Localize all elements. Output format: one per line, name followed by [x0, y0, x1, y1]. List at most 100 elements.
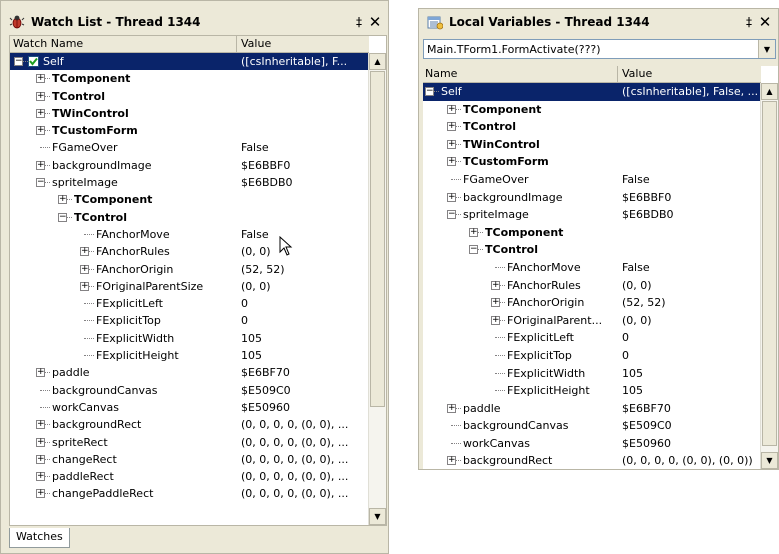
- expand-icon[interactable]: +: [447, 104, 456, 114]
- scroll-down-button[interactable]: ▼: [761, 452, 778, 469]
- tree-row[interactable]: FExplicitHeight 105: [10, 347, 369, 364]
- collapse-icon[interactable]: −: [36, 178, 45, 188]
- tree-row[interactable]: FGameOver False: [423, 171, 761, 189]
- tree-row[interactable]: + paddle $E6BF70: [10, 364, 369, 381]
- column-header-value[interactable]: Value: [241, 37, 271, 50]
- tree-row[interactable]: + paddleRect (0, 0, 0, 0, (0, 0), ...: [10, 468, 369, 485]
- pin-icon[interactable]: ‡: [742, 15, 756, 29]
- tree-row[interactable]: + TComponent: [423, 101, 761, 119]
- tree-row[interactable]: + backgroundRect (0, 0, 0, 0, (0, 0), ...: [10, 416, 369, 433]
- column-header-name[interactable]: Name: [425, 67, 457, 80]
- expand-icon[interactable]: +: [447, 403, 456, 413]
- tree-row[interactable]: + TCustomForm: [423, 153, 761, 171]
- tree-row[interactable]: + TComponent: [423, 224, 761, 242]
- expand-icon[interactable]: +: [36, 454, 45, 464]
- tree-row[interactable]: FExplicitTop 0: [423, 347, 761, 365]
- tree-row[interactable]: FExplicitWidth 105: [10, 330, 369, 347]
- expand-icon[interactable]: +: [447, 139, 456, 149]
- scroll-thumb[interactable]: [370, 71, 385, 407]
- scroll-up-button[interactable]: ▲: [369, 53, 386, 70]
- tree-row[interactable]: + TCustomForm: [10, 122, 369, 139]
- expand-icon[interactable]: +: [36, 160, 45, 170]
- tree-row[interactable]: − Self ([csInheritable], False, ...: [423, 83, 761, 101]
- tree-row[interactable]: − spriteImage $E6BDB0: [423, 206, 761, 224]
- tree-row[interactable]: FExplicitHeight 105: [423, 382, 761, 400]
- dropdown-button[interactable]: ▼: [758, 40, 775, 58]
- collapse-icon[interactable]: −: [469, 245, 478, 255]
- tree-row[interactable]: FExplicitTop 0: [10, 312, 369, 329]
- expand-icon[interactable]: +: [36, 437, 45, 447]
- tree-row[interactable]: + TComponent: [10, 70, 369, 87]
- expand-icon[interactable]: +: [36, 91, 45, 101]
- collapse-icon[interactable]: −: [58, 212, 67, 222]
- tree-row[interactable]: + changePaddleRect (0, 0, 0, 0, (0, 0), ..…: [10, 485, 369, 502]
- tab-watches[interactable]: Watches: [9, 528, 70, 548]
- tree-row[interactable]: FExplicitLeft 0: [10, 295, 369, 312]
- tree-row[interactable]: + FAnchorOrigin (52, 52): [10, 261, 369, 278]
- tree-row[interactable]: FGameOver False: [10, 139, 369, 156]
- stack-frame-select[interactable]: Main.TForm1.FormActivate(???) ▼: [423, 39, 776, 59]
- expand-icon[interactable]: +: [80, 247, 89, 257]
- expand-icon[interactable]: +: [469, 227, 478, 237]
- tree-row[interactable]: + FAnchorOrigin (52, 52): [423, 294, 761, 312]
- expand-icon[interactable]: +: [491, 315, 500, 325]
- tree-row[interactable]: + changeRect (0, 0, 0, 0, (0, 0), ...: [10, 451, 369, 468]
- collapse-icon[interactable]: −: [447, 210, 456, 220]
- expand-icon[interactable]: +: [80, 264, 89, 274]
- tree-row[interactable]: + TWinControl: [423, 136, 761, 154]
- tree-row[interactable]: + backgroundRect (0, 0, 0, 0, (0, 0), (0, …: [423, 452, 761, 469]
- tree-row[interactable]: FExplicitWidth 105: [423, 365, 761, 383]
- expand-icon[interactable]: +: [36, 126, 45, 136]
- tree-row[interactable]: − TControl: [423, 241, 761, 259]
- expand-icon[interactable]: +: [80, 281, 89, 291]
- tree-row[interactable]: + FAnchorRules (0, 0): [10, 243, 369, 260]
- expand-icon[interactable]: +: [36, 489, 45, 499]
- scroll-down-button[interactable]: ▼: [369, 508, 386, 525]
- tree-row[interactable]: − TControl: [10, 209, 369, 226]
- expand-icon[interactable]: +: [58, 195, 67, 205]
- tree-row[interactable]: backgroundCanvas $E509C0: [423, 417, 761, 435]
- column-divider[interactable]: [236, 36, 237, 52]
- expand-icon[interactable]: +: [36, 472, 45, 482]
- tree-row[interactable]: FExplicitLeft 0: [423, 329, 761, 347]
- tree-row[interactable]: workCanvas $E50960: [10, 399, 369, 416]
- expand-icon[interactable]: +: [36, 108, 45, 118]
- tree-row[interactable]: + TControl: [423, 118, 761, 136]
- collapse-icon[interactable]: −: [425, 87, 434, 96]
- column-header-value[interactable]: Value: [622, 67, 652, 80]
- watch-vertical-scrollbar[interactable]: ▲ ▼: [368, 53, 386, 525]
- locals-vertical-scrollbar[interactable]: ▲ ▼: [760, 83, 778, 469]
- tree-row[interactable]: + paddle $E6BF70: [423, 400, 761, 418]
- pin-icon[interactable]: ‡: [352, 15, 366, 29]
- expand-icon[interactable]: +: [447, 456, 456, 466]
- tree-row[interactable]: FAnchorMove False: [423, 259, 761, 277]
- expand-icon[interactable]: +: [447, 122, 456, 132]
- column-divider[interactable]: [617, 66, 618, 82]
- expand-icon[interactable]: +: [447, 192, 456, 202]
- locals-grid[interactable]: Name Value − Self ([csInheritable], False,…: [423, 66, 778, 469]
- tree-row[interactable]: workCanvas $E50960: [423, 435, 761, 453]
- watch-list-titlebar[interactable]: Watch List - Thread 1344 ‡ ✕: [1, 9, 388, 35]
- scroll-up-button[interactable]: ▲: [761, 83, 778, 100]
- expand-icon[interactable]: +: [36, 420, 45, 430]
- expand-icon[interactable]: +: [447, 157, 456, 167]
- tree-row[interactable]: − spriteImage $E6BDB0: [10, 174, 369, 191]
- tree-row[interactable]: − Self ([csInheritable], F...: [10, 53, 369, 71]
- tree-row[interactable]: + backgroundImage $E6BBF0: [10, 157, 369, 174]
- expand-icon[interactable]: +: [491, 280, 500, 290]
- tree-row[interactable]: + TComponent: [10, 191, 369, 208]
- close-icon[interactable]: ✕: [366, 13, 384, 31]
- collapse-icon[interactable]: −: [14, 57, 23, 66]
- expand-icon[interactable]: +: [36, 74, 45, 84]
- tree-row[interactable]: + FOriginalParent... (0, 0): [423, 312, 761, 330]
- tree-row[interactable]: + TWinControl: [10, 105, 369, 122]
- tree-row[interactable]: + FAnchorRules (0, 0): [423, 277, 761, 295]
- column-header-watch-name[interactable]: Watch Name: [13, 37, 83, 50]
- tree-row[interactable]: FAnchorMove False: [10, 226, 369, 243]
- tree-row[interactable]: + spriteRect (0, 0, 0, 0, (0, 0), ...: [10, 434, 369, 451]
- tree-row[interactable]: backgroundCanvas $E509C0: [10, 382, 369, 399]
- tree-row[interactable]: + TControl: [10, 88, 369, 105]
- local-variables-titlebar[interactable]: Local Variables - Thread 1344 ‡ ✕: [419, 9, 778, 35]
- expand-icon[interactable]: +: [491, 298, 500, 308]
- tree-row[interactable]: + FOriginalParentSize (0, 0): [10, 278, 369, 295]
